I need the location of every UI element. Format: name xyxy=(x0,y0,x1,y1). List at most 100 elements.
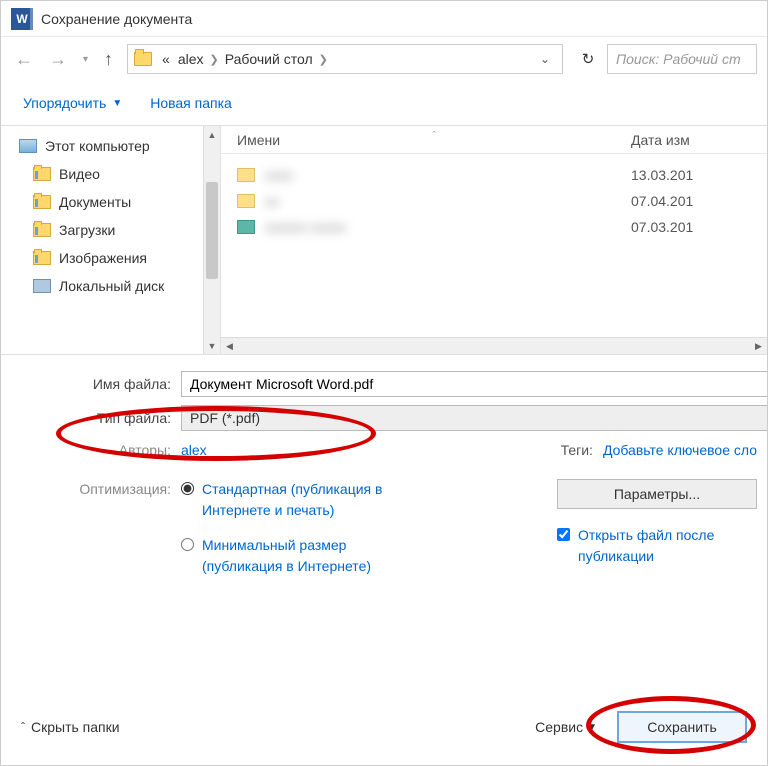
save-form: Имя файла: Тип файла: PDF (*.pdf) Авторы… xyxy=(1,355,767,613)
chevron-right-icon[interactable]: ❯ xyxy=(317,53,330,66)
new-folder-button[interactable]: Новая папка xyxy=(150,95,232,111)
refresh-button[interactable]: ↻ xyxy=(573,44,603,74)
filename-input[interactable] xyxy=(181,371,767,397)
checkbox-input[interactable] xyxy=(557,528,570,541)
filename-row: Имя файла: xyxy=(1,367,767,401)
search-input[interactable]: Поиск: Рабочий ст xyxy=(607,44,757,74)
hide-folders-label: Скрыть папки xyxy=(31,719,120,735)
folder-icon xyxy=(33,167,51,181)
sidebar-item[interactable]: Локальный диск xyxy=(1,272,220,300)
open-after-label: Открыть файл после публикации xyxy=(578,525,757,567)
image-icon xyxy=(237,220,255,234)
pdf-options-button[interactable]: Параметры... xyxy=(557,479,757,509)
sidebar-item[interactable]: Загрузки xyxy=(1,216,220,244)
optimize-standard-radio[interactable]: Стандартная (публикация в Интернете и пе… xyxy=(181,479,411,521)
optimize-standard-label: Стандартная (публикация в Интернете и пе… xyxy=(202,479,411,521)
window-title: Сохранение документа xyxy=(41,11,192,27)
pc-icon xyxy=(19,139,37,153)
sidebar-item[interactable]: Изображения xyxy=(1,244,220,272)
hide-folders-toggle[interactable]: ˆ Скрыть папки xyxy=(21,719,120,735)
sidebar-item[interactable]: Видео xyxy=(1,160,220,188)
folder-icon xyxy=(33,195,51,209)
back-button[interactable]: ← xyxy=(11,45,37,74)
col-date[interactable]: Дата изм xyxy=(631,132,751,148)
file-list: ˆ Имени Дата изм xxxx13.03.201xx07.04.20… xyxy=(221,126,767,354)
toolbar: Упорядочить ▼ Новая папка xyxy=(1,81,767,125)
save-button[interactable]: Сохранить xyxy=(617,711,747,743)
optimize-right-col: Параметры... Открыть файл после публикац… xyxy=(411,479,767,567)
filetype-label: Тип файла: xyxy=(31,410,181,426)
chevron-down-icon: ▼ xyxy=(112,98,122,109)
scroll-thumb[interactable] xyxy=(206,182,218,279)
radio-input[interactable] xyxy=(181,538,194,551)
optimize-block: Оптимизация: Стандартная (публикация в И… xyxy=(1,465,767,601)
scroll-left-icon[interactable]: ◀ xyxy=(221,338,238,354)
authors-value[interactable]: alex xyxy=(181,442,207,458)
authors-label: Авторы: xyxy=(31,442,181,458)
open-after-checkbox[interactable]: Открыть файл после публикации xyxy=(557,525,757,567)
folder-icon xyxy=(33,223,51,237)
folder-icon xyxy=(134,52,152,66)
scroll-htrack[interactable] xyxy=(238,338,750,354)
filetype-select[interactable]: PDF (*.pdf) xyxy=(181,405,767,431)
address-drop-icon[interactable]: ⌄ xyxy=(534,52,556,66)
tools-label: Сервис xyxy=(535,719,583,735)
file-name: xxxx xyxy=(265,167,631,183)
folder-icon xyxy=(33,251,51,265)
caret-up-icon: ˆ xyxy=(21,720,25,734)
chevron-right-icon[interactable]: ❯ xyxy=(208,53,221,66)
file-date: 07.04.201 xyxy=(631,193,751,209)
history-dropdown-icon[interactable]: ▾ xyxy=(79,50,92,69)
scroll-track[interactable] xyxy=(204,143,220,337)
sort-indicator-icon: ˆ xyxy=(433,130,436,140)
optimize-radios: Стандартная (публикация в Интернете и пе… xyxy=(181,479,411,591)
nav-arrows: ← → ▾ ↑ xyxy=(11,45,117,74)
forward-button[interactable]: → xyxy=(45,45,71,74)
file-row[interactable]: xx07.04.201 xyxy=(237,188,751,214)
tags-label: Теги: xyxy=(561,442,603,458)
organize-menu[interactable]: Упорядочить ▼ xyxy=(23,95,122,111)
word-app-icon xyxy=(11,8,33,30)
file-row[interactable]: xxxxxx xxxxx07.03.201 xyxy=(237,214,751,240)
sidebar-item[interactable]: Этот компьютер xyxy=(1,132,220,160)
sidebar-item-label: Видео xyxy=(59,166,100,182)
nav-sidebar: Этот компьютер Видео Документы Загрузки Изоб… xyxy=(1,126,221,354)
sidebar-item[interactable]: Документы xyxy=(1,188,220,216)
file-name: xxxxxx xxxxx xyxy=(265,219,631,235)
new-folder-label: Новая папка xyxy=(150,95,232,111)
file-row[interactable]: xxxx13.03.201 xyxy=(237,162,751,188)
sidebar-scrollbar[interactable]: ▲ ▼ xyxy=(203,126,220,354)
up-button[interactable]: ↑ xyxy=(100,45,117,74)
column-headers: ˆ Имени Дата изм xyxy=(221,126,767,154)
radio-input[interactable] xyxy=(181,482,194,495)
file-hscrollbar[interactable]: ◀ ▶ xyxy=(221,337,767,354)
tools-menu[interactable]: Сервис ▼ xyxy=(535,719,597,735)
sidebar-item-label: Изображения xyxy=(59,250,147,266)
breadcrumb-part[interactable]: Рабочий стол xyxy=(221,51,317,67)
scroll-down-icon[interactable]: ▼ xyxy=(204,337,220,354)
sidebar-item-label: Загрузки xyxy=(59,222,115,238)
sidebar-item-label: Локальный диск xyxy=(59,278,164,294)
chevron-down-icon: ▼ xyxy=(587,722,597,733)
scroll-up-icon[interactable]: ▲ xyxy=(204,126,220,143)
col-name[interactable]: ˆ Имени xyxy=(237,132,631,148)
address-bar[interactable]: « alex ❯ Рабочий стол ❯ ⌄ xyxy=(127,44,563,74)
main-area: Этот компьютер Видео Документы Загрузки Изоб… xyxy=(1,125,767,355)
scroll-right-icon[interactable]: ▶ xyxy=(750,338,767,354)
optimize-minimal-label: Минимальный размер (публикация в Интерне… xyxy=(202,535,411,577)
tags-value[interactable]: Добавьте ключевое сло xyxy=(603,442,757,458)
sidebar-item-label: Документы xyxy=(59,194,131,210)
file-date: 07.03.201 xyxy=(631,219,751,235)
titlebar: Сохранение документа xyxy=(1,1,767,37)
folder-icon xyxy=(237,194,255,208)
authors-row: Авторы: alex Теги: Добавьте ключевое сло xyxy=(1,435,767,465)
filename-label: Имя файла: xyxy=(31,376,181,392)
folder-icon xyxy=(237,168,255,182)
col-name-label: Имени xyxy=(237,132,280,148)
disk-icon xyxy=(33,279,51,293)
dialog-footer: ˆ Скрыть папки Сервис ▼ Сохранить xyxy=(1,707,767,747)
organize-label: Упорядочить xyxy=(23,95,106,111)
optimize-minimal-radio[interactable]: Минимальный размер (публикация в Интерне… xyxy=(181,535,411,577)
file-date: 13.03.201 xyxy=(631,167,751,183)
breadcrumb-part[interactable]: alex xyxy=(174,51,208,67)
